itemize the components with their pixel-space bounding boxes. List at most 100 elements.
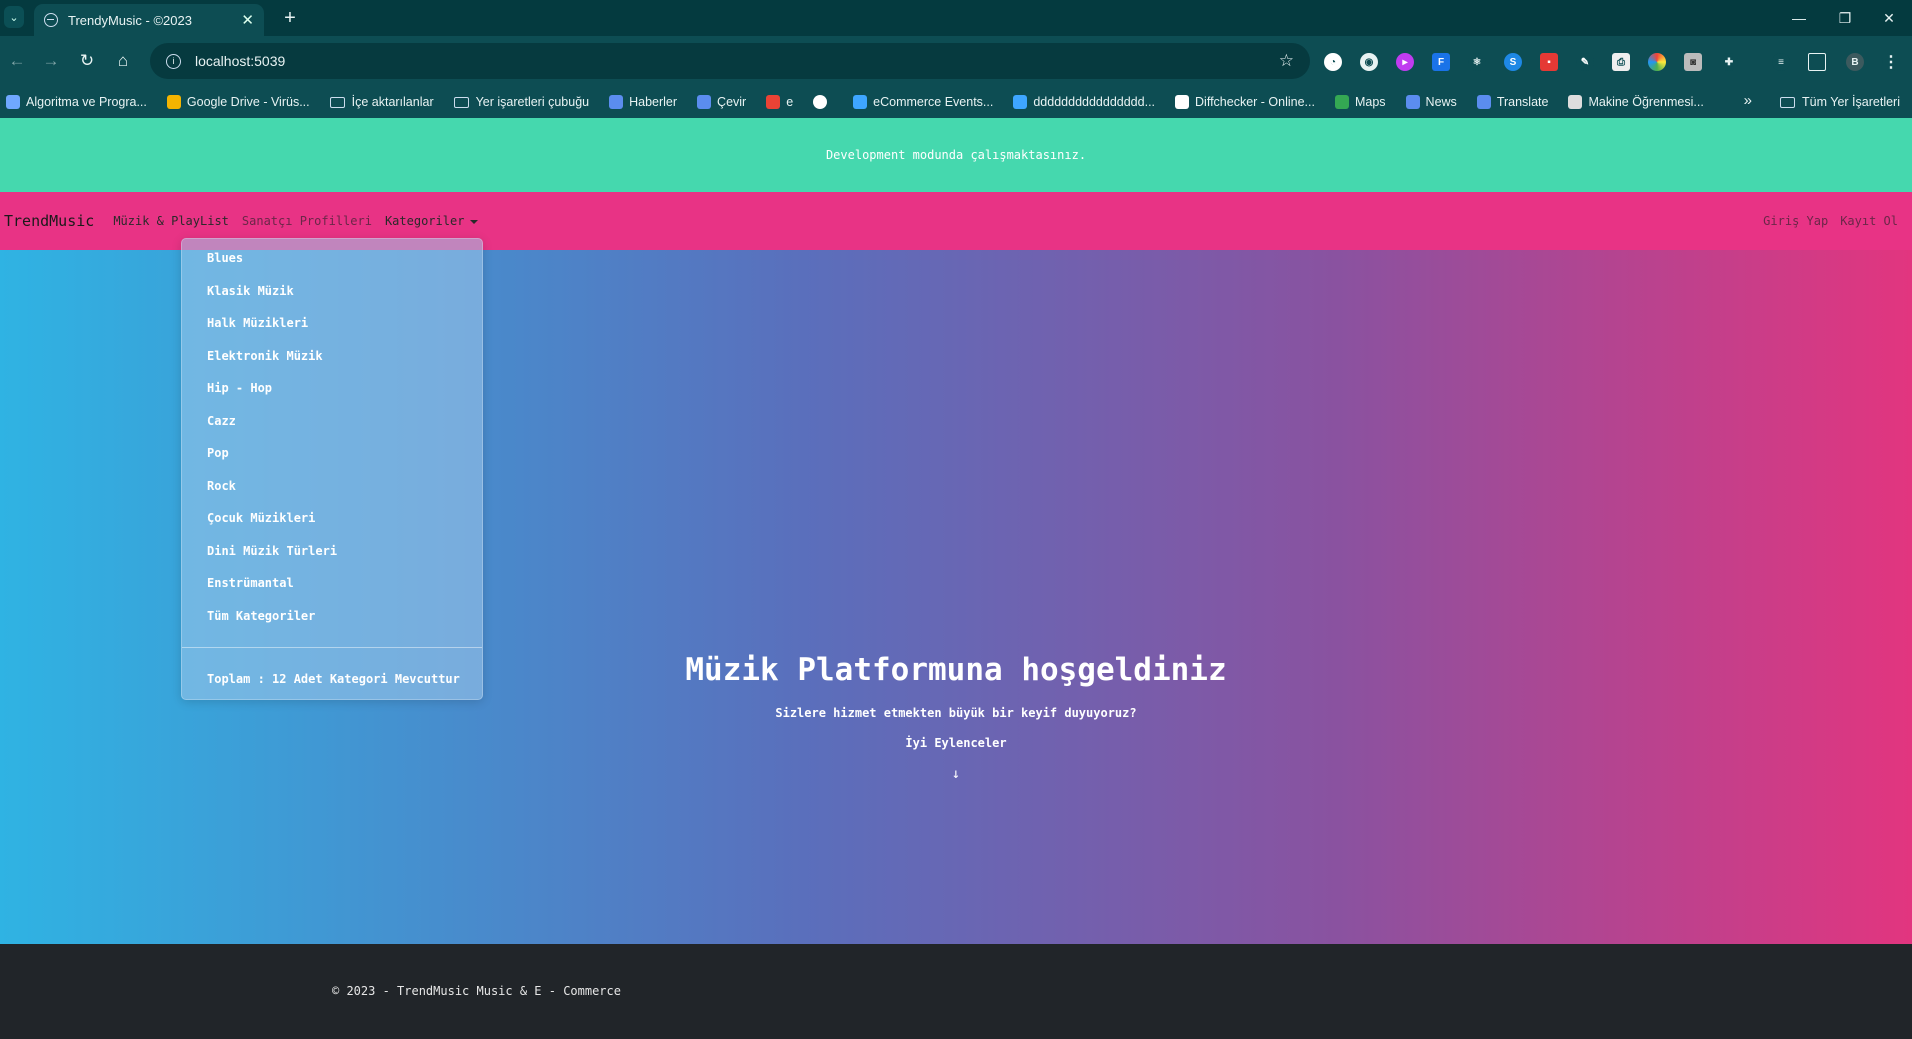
nav-music-playlist[interactable]: Müzik & PlayList — [113, 214, 229, 228]
globe-icon — [44, 13, 58, 27]
bookmarks-overflow-icon[interactable]: » — [1744, 92, 1752, 109]
bookmark-item[interactable]: Çevir — [697, 95, 746, 109]
extension-react-icon[interactable]: ⚛ — [1468, 53, 1486, 71]
home-button[interactable]: ⌂ — [108, 46, 138, 76]
dropdown-item[interactable]: Klasik Müzik — [207, 284, 294, 298]
new-tab-button[interactable]: + — [276, 4, 304, 32]
media-control-icon[interactable]: ≡ — [1772, 53, 1790, 71]
browser-toolbar: ← → ↻ ⌂ i localhost:5039 ☆ ◔ ◉ ▸ F ⚛ S ▪… — [0, 36, 1912, 86]
bookmark-item[interactable]: Haberler — [609, 95, 677, 109]
close-window-button[interactable]: ✕ — [1866, 0, 1912, 36]
translate-icon — [697, 95, 712, 109]
nav-artist-profiles[interactable]: Sanatçı Profilleri — [242, 214, 372, 228]
bookmark-label: Çevir — [717, 95, 747, 109]
arrow-down-icon: ↓ — [951, 766, 961, 782]
bookmark-item[interactable]: dddddddddddddddd... — [1013, 95, 1155, 109]
bookmark-item[interactable]: e — [766, 95, 793, 109]
dropdown-item[interactable]: Dini Müzik Türleri — [207, 544, 337, 558]
extension-f-icon[interactable]: F — [1432, 53, 1450, 71]
address-bar[interactable]: i localhost:5039 ☆ — [150, 43, 1310, 79]
bookmark-item[interactable]: İçe aktarılanlar — [329, 95, 434, 109]
extension-shazam-icon[interactable]: S — [1504, 53, 1522, 71]
dev-mode-banner: Development modunda çalışmaktasınız. — [0, 118, 1912, 192]
maps-icon — [1334, 95, 1349, 109]
back-button[interactable]: ← — [2, 46, 32, 76]
categories-dropdown: Toplam : 12 Adet Kategori Mevcuttur Blue… — [181, 238, 483, 700]
mail-icon — [766, 95, 781, 109]
extension-print-icon[interactable]: ⎙ — [1612, 53, 1630, 71]
bookmark-item[interactable]: Yer işaretleri çubuğu — [453, 95, 590, 109]
extension-color-icon[interactable] — [1648, 53, 1666, 71]
k-icon — [1013, 95, 1028, 109]
minimize-button[interactable]: — — [1776, 0, 1822, 36]
bookmark-label: Diffchecker - Online... — [1195, 95, 1315, 109]
bookmarks-bar: Algoritma ve Progra... Google Drive - Vir… — [0, 86, 1912, 118]
forward-button[interactable]: → — [36, 46, 66, 76]
bookmark-label: News — [1425, 95, 1457, 109]
diffchecker-icon — [1175, 95, 1190, 109]
folder-icon — [329, 96, 345, 108]
bookmark-label: e — [786, 95, 794, 109]
restore-button[interactable]: ❐ — [1822, 0, 1868, 36]
browser-tab-bar: ⌄ TrendyMusic - ©2023 ✕ + — ❐ ✕ — [0, 0, 1912, 36]
bookmark-item[interactable]: Maps — [1334, 95, 1386, 109]
brand-logo[interactable]: TrendMusic — [4, 212, 94, 230]
hero-subtitle: Sizlere hizmet etmekten büyük bir keyif … — [775, 706, 1137, 720]
bookmark-item[interactable]: News — [1405, 95, 1457, 109]
extension-play-icon[interactable]: ▸ — [1396, 53, 1414, 71]
wordpress-icon — [1568, 95, 1583, 109]
bookmark-item[interactable]: eCommerce Events... — [853, 95, 993, 109]
bookmark-label: Haberler — [629, 95, 678, 109]
login-link[interactable]: Giriş Yap — [1763, 214, 1828, 228]
extension-camera-icon[interactable]: ◙ — [1684, 53, 1702, 71]
dropdown-item[interactable]: Enstrümantal — [207, 576, 294, 590]
reload-button[interactable]: ↻ — [72, 46, 102, 76]
dropdown-item[interactable]: Çocuk Müzikleri — [207, 511, 315, 525]
dropdown-item[interactable]: Tüm Kategoriler — [207, 609, 315, 623]
auth-links: Giriş Yap Kayıt Ol — [1751, 192, 1898, 250]
extension-speed-icon[interactable]: ◔ — [1324, 53, 1342, 71]
bookmark-icon — [6, 95, 20, 109]
nav-categories-label: Kategoriler — [384, 214, 465, 228]
hero-wish: İyi Eylenceler — [905, 736, 1007, 750]
dropdown-divider — [182, 647, 482, 648]
dropdown-item[interactable]: Hip - Hop — [207, 381, 272, 395]
bookmark-item[interactable]: Translate — [1476, 95, 1549, 109]
news-icon — [1405, 95, 1420, 109]
extension-feather-icon[interactable]: ✎ — [1576, 53, 1594, 71]
dropdown-item[interactable]: Elektronik Müzik — [207, 349, 323, 363]
browser-tab[interactable]: TrendyMusic - ©2023 ✕ — [34, 4, 264, 36]
site-info-icon[interactable]: i — [166, 53, 181, 69]
side-panel-icon[interactable] — [1808, 53, 1826, 71]
bookmark-label: Algoritma ve Progra... — [26, 95, 147, 109]
folder-icon — [1780, 96, 1796, 108]
bookmark-item[interactable]: Diffchecker - Online... — [1175, 95, 1315, 109]
dropdown-item[interactable]: Rock — [207, 479, 236, 493]
all-bookmarks-label: Tüm Yer İşaretleri — [1802, 95, 1900, 109]
extensions-puzzle-icon[interactable]: ✚ — [1720, 53, 1738, 71]
extension-red-icon[interactable]: ▪ — [1540, 53, 1558, 71]
profile-avatar[interactable]: B — [1846, 53, 1864, 71]
menu-kebab-icon[interactable]: ⋮ — [1882, 53, 1900, 71]
bookmark-item[interactable] — [813, 95, 833, 109]
bookmark-label: Yer işaretleri çubuğu — [475, 95, 590, 109]
footer-copyright: © 2023 - TrendMusic Music & E - Commerce — [332, 984, 621, 998]
tab-search-button[interactable]: ⌄ — [4, 6, 24, 28]
register-link[interactable]: Kayıt Ol — [1840, 214, 1898, 228]
dropdown-item[interactable]: Halk Müzikleri — [207, 316, 308, 330]
dropdown-item[interactable]: Cazz — [207, 414, 236, 428]
caret-down-icon — [470, 219, 479, 224]
dropdown-item[interactable]: Blues — [207, 251, 243, 265]
bookmark-item[interactable]: Makine Öğrenmesi... — [1568, 95, 1704, 109]
bookmark-item[interactable]: Google Drive - Virüs... — [166, 95, 310, 109]
bookmark-label: Translate — [1496, 95, 1549, 109]
nav-categories-toggle[interactable]: Kategoriler — [384, 214, 479, 228]
all-bookmarks-button[interactable]: Tüm Yer İşaretleri — [1780, 86, 1900, 118]
dropdown-item[interactable]: Pop — [207, 446, 229, 460]
close-tab-icon[interactable]: ✕ — [241, 11, 254, 29]
extension-circle-icon[interactable]: ◉ — [1360, 53, 1378, 71]
dropdown-total-text: Toplam : 12 Adet Kategori Mevcuttur — [207, 672, 460, 686]
bookmark-item[interactable]: Algoritma ve Progra... — [6, 95, 147, 109]
bookmark-star-icon[interactable]: ☆ — [1279, 51, 1294, 71]
drive-icon — [166, 95, 181, 109]
